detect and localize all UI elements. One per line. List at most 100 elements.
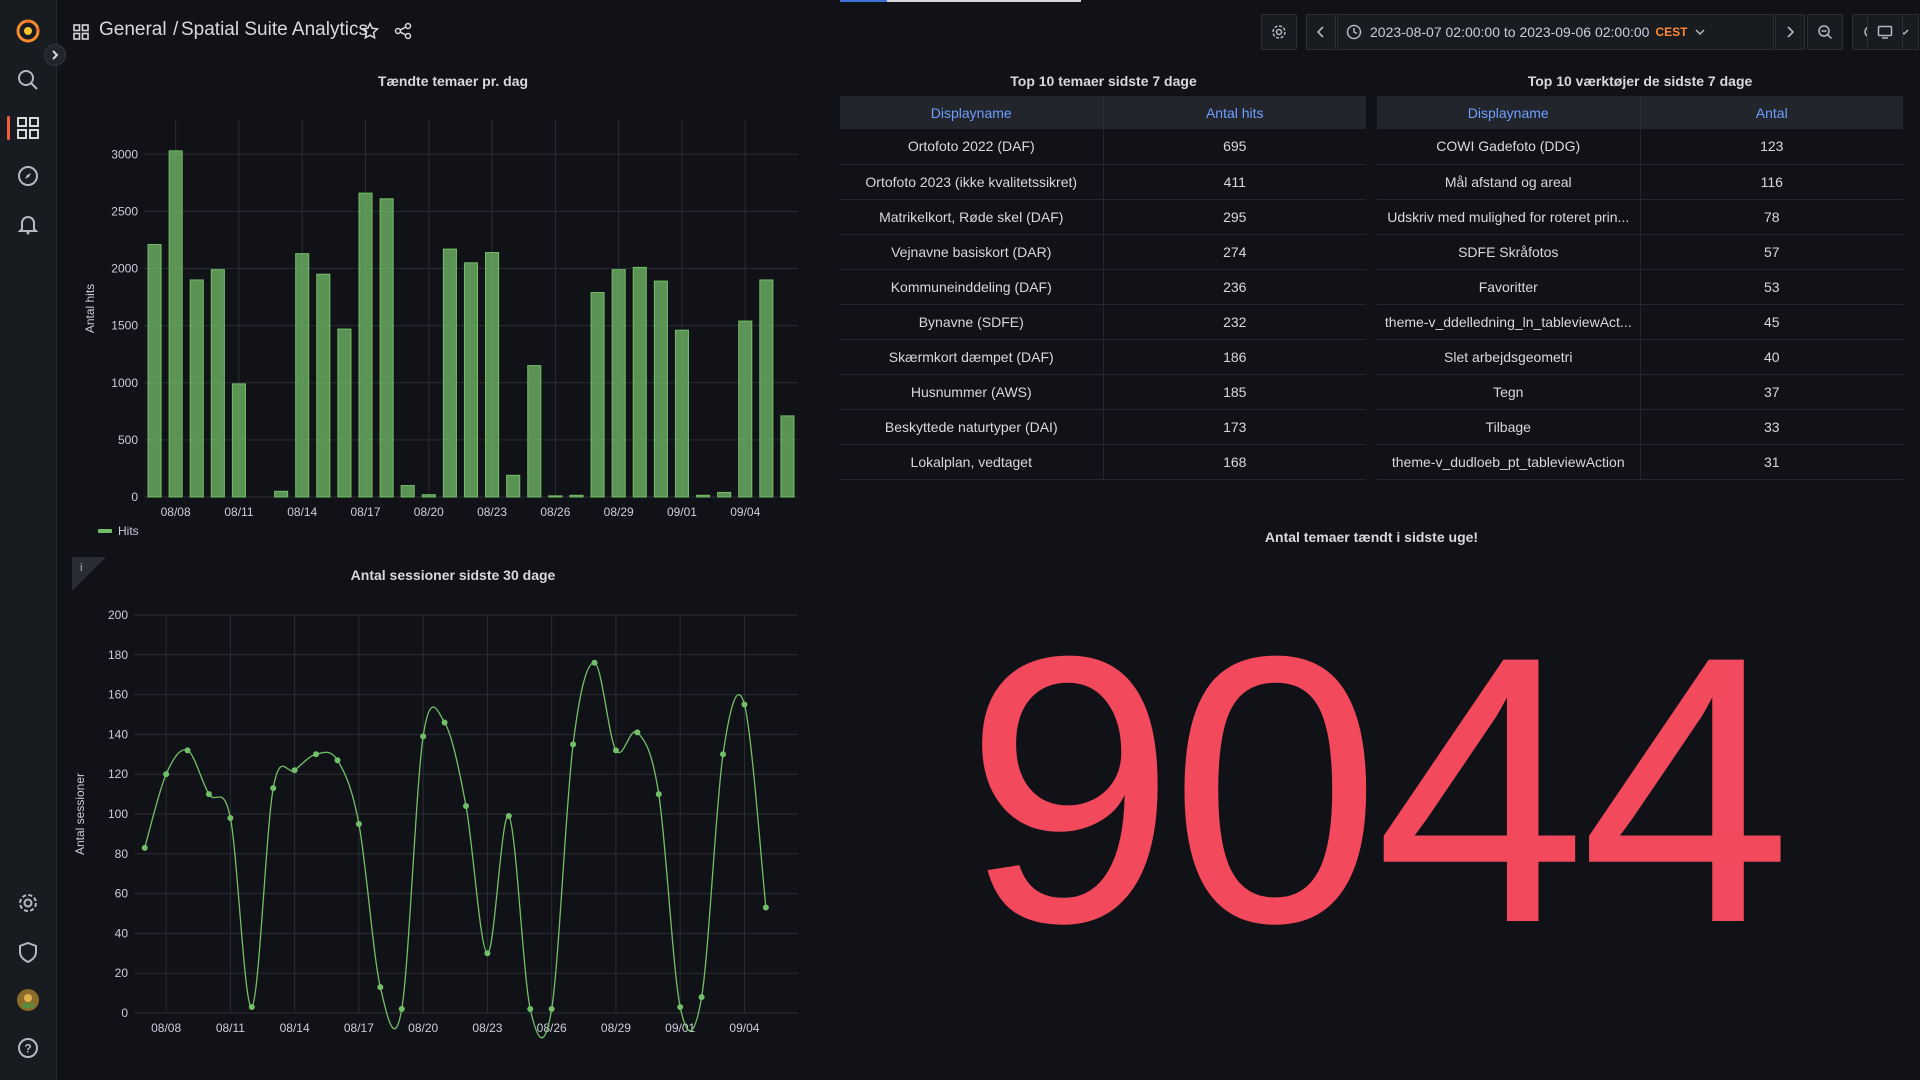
- grafana-logo-icon[interactable]: [13, 16, 43, 46]
- legend-swatch: [98, 529, 112, 533]
- cell-displayname: Beskyttede naturtyper (DAI): [840, 409, 1104, 445]
- cell-value: 57: [1640, 234, 1903, 270]
- table-row[interactable]: SDFE Skråfotos 57: [1377, 234, 1903, 270]
- dashboard-settings-button[interactable]: [1261, 14, 1297, 50]
- cell-value: 33: [1640, 409, 1903, 445]
- explore-icon[interactable]: [13, 161, 43, 191]
- top-tools-table: Displayname Antal COWI Gadefoto (DDG) 123…: [1377, 96, 1903, 480]
- table-row[interactable]: Beskyttede naturtyper (DAI) 173: [840, 409, 1366, 445]
- cell-value: 45: [1640, 304, 1903, 340]
- active-indicator: [7, 116, 10, 140]
- bar: [738, 320, 753, 498]
- x-tick-label: 09/04: [729, 1021, 759, 1035]
- table-row[interactable]: Ortofoto 2022 (DAF) 695: [840, 129, 1366, 165]
- expand-sidebar-button[interactable]: [44, 44, 66, 66]
- cell-displayname: SDFE Skråfotos: [1377, 234, 1641, 270]
- column-header-count[interactable]: Antal: [1640, 96, 1903, 129]
- table-row[interactable]: Slet arbejdsgeometri 40: [1377, 339, 1903, 375]
- table-row[interactable]: COWI Gadefoto (DDG) 123: [1377, 129, 1903, 165]
- time-range-picker[interactable]: 2023-08-07 02:00:00 to 2023-09-06 02:00:…: [1337, 14, 1774, 50]
- data-point: [548, 1006, 555, 1013]
- y-tick-label: 40: [115, 926, 129, 940]
- breadcrumb-folder[interactable]: General: [99, 19, 167, 41]
- cell-value: 295: [1103, 199, 1366, 235]
- x-tick-label: 08/08: [161, 505, 191, 519]
- timezone-badge: CEST: [1655, 25, 1688, 39]
- data-point: [227, 814, 234, 821]
- x-tick-label: 08/17: [344, 1021, 374, 1035]
- data-point: [484, 950, 491, 957]
- cell-value: 40: [1640, 339, 1903, 375]
- x-tick-label: 08/29: [604, 505, 634, 519]
- cell-displayname: Husnummer (AWS): [840, 374, 1104, 410]
- column-header-displayname[interactable]: Displayname: [840, 96, 1104, 129]
- dashboard-title[interactable]: Spatial Suite Analytics: [181, 19, 368, 41]
- alerting-icon[interactable]: [13, 209, 43, 239]
- cell-value: 116: [1640, 164, 1903, 200]
- star-icon[interactable]: [360, 21, 380, 45]
- y-tick-label: 2000: [111, 262, 138, 276]
- table-row[interactable]: Tilbage 33: [1377, 409, 1903, 445]
- cell-value: 78: [1640, 199, 1903, 235]
- data-point: [591, 659, 598, 666]
- table-row[interactable]: Mål afstand og areal 116: [1377, 164, 1903, 200]
- y-tick-label: 3000: [111, 147, 138, 161]
- bar: [400, 485, 415, 498]
- cell-displayname: Ortofoto 2023 (ikke kvalitetssikret): [840, 164, 1104, 200]
- loading-bar: [887, 0, 1081, 2]
- table-row[interactable]: Matrikelkort, Røde skel (DAF) 295: [840, 199, 1366, 235]
- data-point: [762, 904, 769, 911]
- table-row[interactable]: Skærmkort dæmpet (DAF) 186: [840, 339, 1366, 375]
- table-row[interactable]: Bynavne (SDFE) 232: [840, 304, 1366, 340]
- column-header-hits[interactable]: Antal hits: [1103, 96, 1366, 129]
- dashboards-icon[interactable]: [13, 113, 43, 143]
- y-tick-label: 60: [115, 887, 129, 901]
- zoom-out-button[interactable]: [1807, 14, 1843, 50]
- data-point: [527, 1006, 534, 1013]
- y-tick-label: 2500: [111, 204, 138, 218]
- search-icon[interactable]: [13, 65, 43, 95]
- table-row[interactable]: theme-v_dudloeb_pt_tableviewAction 31: [1377, 444, 1903, 480]
- x-tick-label: 08/23: [472, 1021, 502, 1035]
- time-back-button[interactable]: [1306, 14, 1336, 50]
- cell-value: 411: [1103, 164, 1366, 200]
- bar-legend[interactable]: Hits: [98, 524, 139, 538]
- bar: [189, 279, 204, 498]
- table-row[interactable]: Udskriv med mulighed for roteret prin...…: [1377, 199, 1903, 235]
- bar: [611, 269, 626, 498]
- settings-icon[interactable]: [13, 888, 43, 918]
- x-tick-label: 08/23: [477, 505, 507, 519]
- tv-mode-button[interactable]: [1867, 14, 1903, 50]
- table-row[interactable]: Kommuneinddeling (DAF) 236: [840, 269, 1366, 305]
- dashboard-grid-icon: [73, 24, 89, 45]
- chevron-left-icon: [1316, 26, 1324, 38]
- time-forward-button[interactable]: [1775, 14, 1805, 50]
- bar: [485, 252, 500, 498]
- data-point: [270, 785, 277, 792]
- help-icon[interactable]: ?: [13, 1033, 43, 1063]
- clock-icon: [1346, 24, 1362, 40]
- bar: [696, 494, 711, 498]
- table-row[interactable]: Lokalplan, vedtaget 168: [840, 444, 1366, 480]
- table-row[interactable]: Husnummer (AWS) 185: [840, 374, 1366, 410]
- data-point: [505, 812, 512, 819]
- y-axis-label: Antal sessioner: [73, 773, 87, 855]
- y-tick-label: 0: [121, 1006, 128, 1020]
- bar: [358, 192, 373, 498]
- y-tick-label: 140: [108, 727, 128, 741]
- share-icon[interactable]: [394, 22, 412, 45]
- table-row[interactable]: Favoritter 53: [1377, 269, 1903, 305]
- user-avatar-icon[interactable]: [13, 985, 43, 1015]
- data-point: [334, 757, 341, 764]
- chevron-down-icon: [1695, 29, 1705, 36]
- table-row[interactable]: Vejnavne basiskort (DAR) 274: [840, 234, 1366, 270]
- table-row[interactable]: Ortofoto 2023 (ikke kvalitetssikret) 411: [840, 164, 1366, 200]
- shield-icon[interactable]: [13, 937, 43, 967]
- y-tick-label: 20: [115, 966, 129, 980]
- table-row[interactable]: Tegn 37: [1377, 374, 1903, 410]
- table-tools-title: Top 10 værktøjer de sidste 7 dage: [1527, 73, 1753, 89]
- column-header-displayname[interactable]: Displayname: [1377, 96, 1641, 129]
- cell-displayname: Mål afstand og areal: [1377, 164, 1641, 200]
- cell-value: 53: [1640, 269, 1903, 305]
- table-row[interactable]: theme-v_ddelledning_ln_tableviewAct... 45: [1377, 304, 1903, 340]
